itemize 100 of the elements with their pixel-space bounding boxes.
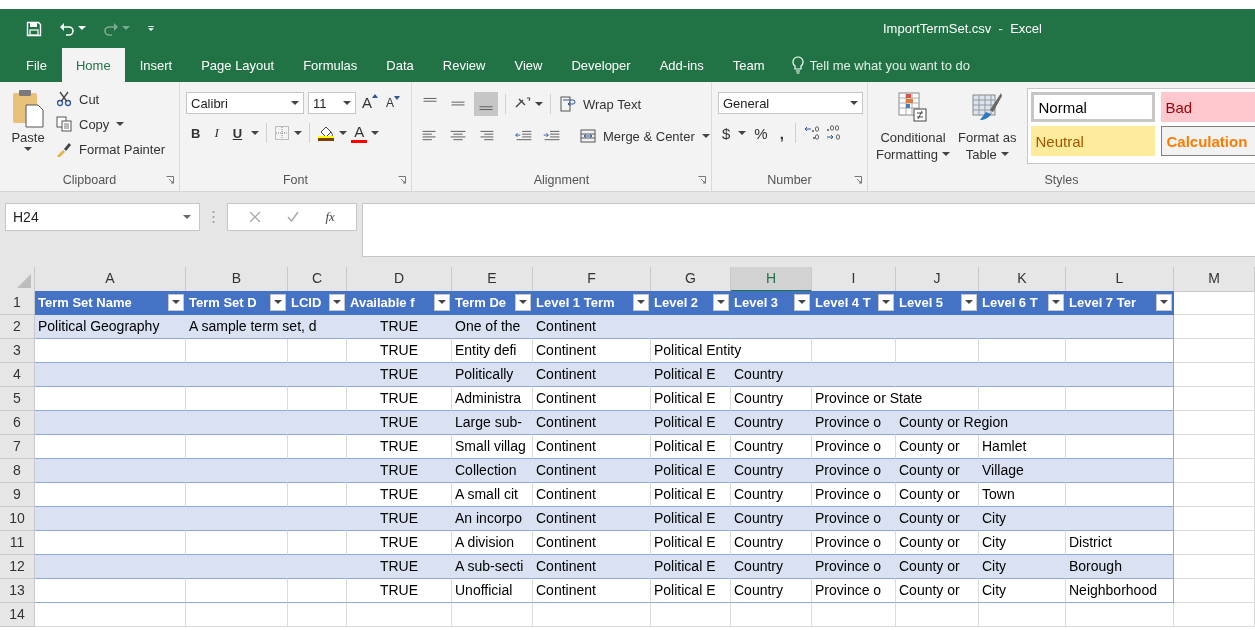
save-icon[interactable] bbox=[26, 20, 42, 37]
row-header[interactable]: 4 bbox=[0, 363, 35, 387]
conditional-formatting-button[interactable]: Conditional Formatting bbox=[874, 88, 952, 169]
number-format-field[interactable]: General bbox=[718, 92, 863, 114]
filter-button[interactable] bbox=[1156, 294, 1172, 311]
font-size-field[interactable]: 11 bbox=[308, 92, 356, 114]
filter-button[interactable] bbox=[434, 294, 450, 311]
name-box[interactable]: H24 bbox=[5, 203, 200, 231]
filter-button[interactable] bbox=[1048, 294, 1064, 311]
column-header[interactable]: D bbox=[347, 267, 452, 292]
ribbon-tab[interactable]: Home bbox=[61, 48, 125, 82]
dialog-launcher-icon[interactable] bbox=[166, 176, 174, 184]
caret-icon[interactable] bbox=[78, 26, 86, 31]
merge-center-button[interactable]: Merge & Center bbox=[578, 125, 712, 147]
font-color-button[interactable]: A bbox=[351, 123, 368, 143]
column-header[interactable]: A bbox=[35, 267, 186, 292]
vertical-align-icon[interactable] bbox=[474, 92, 498, 116]
column-header[interactable]: I bbox=[812, 267, 896, 292]
column-header[interactable]: L bbox=[1066, 267, 1174, 292]
fill-color-icon[interactable] bbox=[317, 124, 336, 142]
ribbon-tab[interactable]: Data bbox=[372, 48, 428, 82]
cell-style-option[interactable]: Normal bbox=[1030, 92, 1155, 122]
table-cell: Political E bbox=[651, 579, 731, 603]
filter-button[interactable] bbox=[713, 294, 729, 311]
copy-button[interactable]: Copy bbox=[54, 113, 167, 135]
filter-button[interactable] bbox=[515, 294, 531, 311]
caret-icon[interactable] bbox=[339, 130, 348, 136]
row-header[interactable]: 8 bbox=[0, 459, 35, 483]
table-cell: A sub-secti bbox=[452, 555, 533, 579]
paste-button[interactable]: Paste bbox=[6, 88, 50, 169]
column-header[interactable]: K bbox=[979, 267, 1066, 292]
column-header[interactable]: J bbox=[896, 267, 979, 292]
row-header[interactable]: 7 bbox=[0, 435, 35, 459]
underline-button[interactable]: U bbox=[227, 122, 248, 144]
dialog-launcher-icon[interactable] bbox=[698, 176, 706, 184]
row-header[interactable]: 11 bbox=[0, 531, 35, 555]
row-header[interactable]: 10 bbox=[0, 507, 35, 531]
wrap-text-button[interactable]: Wrap Text bbox=[558, 93, 644, 115]
filter-button[interactable] bbox=[270, 294, 286, 311]
currency-button[interactable]: $ bbox=[718, 122, 735, 144]
caret-icon[interactable] bbox=[251, 130, 260, 136]
column-header[interactable]: H bbox=[731, 267, 812, 292]
font-name-field[interactable]: Calibri bbox=[186, 92, 304, 114]
row-header[interactable]: 12 bbox=[0, 555, 35, 579]
caret-icon[interactable] bbox=[371, 130, 380, 136]
row-header[interactable]: 9 bbox=[0, 483, 35, 507]
tell-me-field[interactable]: Tell me what you want to do bbox=[809, 57, 1030, 73]
row-header[interactable]: 14 bbox=[0, 603, 35, 627]
ribbon-tab[interactable]: File bbox=[12, 48, 61, 82]
ribbon-tab[interactable]: Insert bbox=[125, 48, 187, 82]
increase-decimal-icon[interactable] bbox=[802, 124, 821, 142]
cell-style-option[interactable]: Bad bbox=[1160, 92, 1255, 122]
decrease-decimal-icon[interactable] bbox=[824, 124, 843, 142]
comma-button[interactable]: , bbox=[775, 122, 788, 144]
ribbon-tab[interactable]: Formulas bbox=[289, 48, 372, 82]
row-header[interactable]: 5 bbox=[0, 387, 35, 411]
row-header[interactable]: 2 bbox=[0, 315, 35, 339]
dialog-launcher-icon[interactable] bbox=[854, 176, 862, 184]
ribbon-tab[interactable]: Review bbox=[428, 48, 500, 82]
filter-button[interactable] bbox=[961, 294, 977, 311]
row-header[interactable]: 1 bbox=[0, 291, 35, 315]
format-as-table-button[interactable]: Format as Table bbox=[956, 88, 1019, 169]
lightbulb-icon[interactable] bbox=[791, 56, 804, 74]
caret-icon[interactable] bbox=[535, 101, 543, 107]
percent-button[interactable]: % bbox=[750, 122, 772, 144]
grow-font-button[interactable]: A bbox=[360, 92, 380, 114]
row-header[interactable]: 6 bbox=[0, 411, 35, 435]
dialog-launcher-icon[interactable] bbox=[398, 176, 406, 184]
filter-button[interactable] bbox=[329, 294, 345, 311]
cell-style-option[interactable]: Neutral bbox=[1030, 126, 1155, 156]
italic-button[interactable]: I bbox=[209, 122, 224, 144]
shrink-font-button[interactable]: A bbox=[384, 92, 403, 114]
insert-function-button[interactable]: fx bbox=[325, 209, 335, 225]
caret-icon[interactable] bbox=[294, 130, 303, 136]
format-painter-button[interactable]: Format Painter bbox=[54, 138, 167, 160]
formula-field[interactable] bbox=[362, 203, 1255, 257]
column-header[interactable]: B bbox=[186, 267, 288, 292]
caret-icon[interactable] bbox=[738, 130, 747, 136]
bold-button[interactable]: B bbox=[186, 122, 206, 144]
ribbon-tab[interactable]: Page Layout bbox=[187, 48, 289, 82]
row-header[interactable]: 3 bbox=[0, 339, 35, 363]
ribbon-tab[interactable]: Team bbox=[718, 48, 779, 82]
column-header[interactable]: F bbox=[533, 267, 651, 292]
ribbon-tab[interactable]: Developer bbox=[557, 48, 645, 82]
table-header-cell-text: Level 7 Ter bbox=[1069, 294, 1136, 312]
column-header[interactable]: G bbox=[651, 267, 731, 292]
table-header-cell-text: Level 5 bbox=[899, 294, 944, 312]
customize-icon[interactable] bbox=[147, 26, 155, 31]
ribbon-tab[interactable]: Add-ins bbox=[645, 48, 718, 82]
filter-button[interactable] bbox=[633, 294, 649, 311]
filter-button[interactable] bbox=[878, 294, 894, 311]
check-icon[interactable] bbox=[287, 211, 300, 223]
filter-button[interactable] bbox=[794, 294, 810, 311]
ribbon-tab[interactable]: View bbox=[500, 48, 557, 82]
column-header[interactable]: C bbox=[288, 267, 347, 292]
row-header[interactable]: 13 bbox=[0, 579, 35, 603]
filter-button[interactable] bbox=[168, 294, 184, 311]
column-header[interactable]: E bbox=[452, 267, 533, 292]
column-header[interactable]: M bbox=[1174, 267, 1255, 292]
cut-button[interactable]: Cut bbox=[54, 88, 167, 110]
